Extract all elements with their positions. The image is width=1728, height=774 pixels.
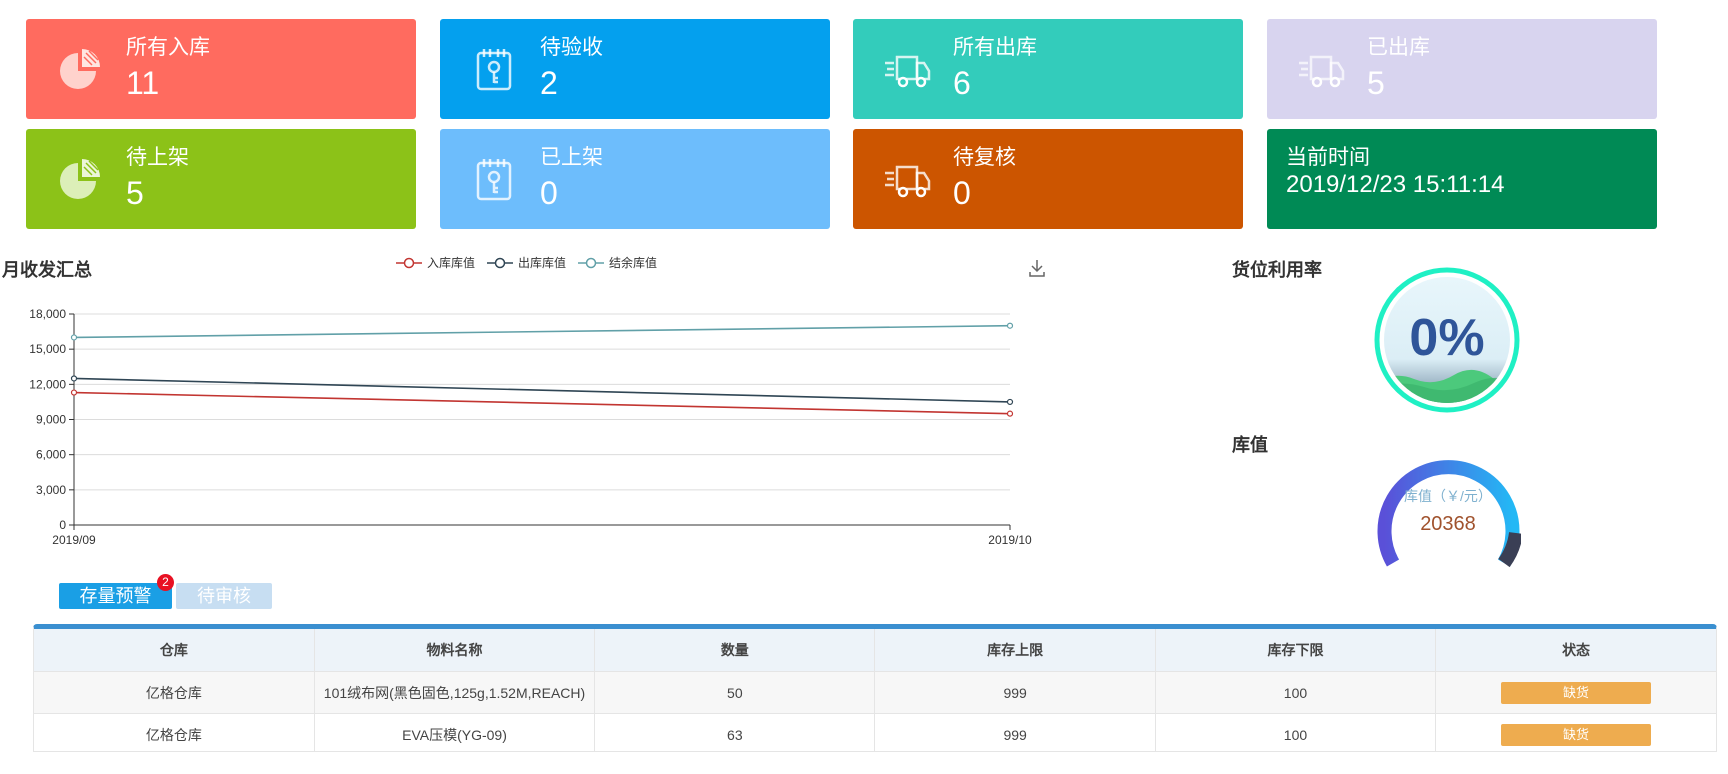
truck-icon [1297,45,1345,93]
card-value: 2 [540,65,558,101]
cell-status: 缺货 [1435,713,1716,751]
truck-icon [883,45,931,93]
data-point [70,334,78,341]
card-value: 5 [126,175,144,211]
card-value: 11 [126,65,160,101]
monthly-summary-chart: 0 3,000 6,000 9,000 12,000 15,000 18,000 2019/0… [29,307,1032,547]
data-point [70,389,78,396]
data-point [70,375,78,382]
card-current-time: 当前时间 2019/12/23 15:11:14 [1267,129,1657,229]
cell-lower-limit: 100 [1155,671,1437,714]
card-value: 6 [953,65,971,101]
location-utilization-gauge: 0% [1374,267,1520,413]
card-value: 0 [953,175,971,211]
tab-pending-approval[interactable]: 待审核 [176,583,272,609]
notification-badge: 2 [157,574,174,591]
card-pending-review[interactable]: 待复核 0 [853,129,1243,229]
cell-lower-limit: 100 [1155,713,1437,751]
cell-material: 101绒布网(黑色固色,125g,1.52M,REACH) [314,671,596,714]
card-title: 所有出库 [953,36,1037,59]
inventory-value-gauge: 库值（￥/元） 20368 [1377,460,1521,568]
cell-upper-limit: 999 [874,713,1156,751]
pie-chart-icon [56,155,104,203]
y-tick-label: 12,000 [29,377,66,391]
cell-warehouse: 亿格仓库 [34,713,315,751]
card-shelved[interactable]: 已上架 0 [440,129,830,229]
column-header-material[interactable]: 物料名称 [314,629,596,672]
card-title: 已出库 [1367,36,1430,59]
column-header-warehouse[interactable]: 仓库 [34,629,315,672]
location-utilization-title: 货位利用率 [1232,260,1322,280]
inventory-value-title: 库值 [1232,435,1268,455]
clipboard-key-icon [470,155,518,203]
inventory-value-label: 库值（￥/元） [1404,488,1492,504]
card-title: 待上架 [126,146,189,169]
y-tick-label: 0 [59,518,66,532]
current-time-value: 2019/12/23 15:11:14 [1286,171,1505,198]
table-header-row: 仓库 物料名称 数量 库存上限 库存下限 状态 [34,629,1716,672]
series-line [73,377,1011,403]
y-tick-label: 9,000 [36,413,66,427]
card-value: 0 [540,175,558,211]
x-tick-label: 2019/09 [52,533,96,547]
clipboard-key-icon [470,45,518,93]
card-title: 当前时间 [1286,146,1370,169]
pie-chart-icon [56,45,104,93]
y-tick-label: 18,000 [29,307,66,321]
cell-warehouse: 亿格仓库 [34,671,315,714]
data-point [1006,410,1014,417]
data-point [1006,322,1014,329]
series-line [73,324,1011,339]
series-line [73,391,1011,415]
column-header-quantity[interactable]: 数量 [594,629,876,672]
table-row[interactable]: 亿格仓库 EVA压模(YG-09) 63 999 100 缺货 [34,713,1716,751]
card-title: 待验收 [540,36,603,59]
card-pending-inspection[interactable]: 待验收 2 [440,19,830,119]
x-tick-label: 2019/10 [988,533,1032,547]
y-tick-label: 15,000 [29,342,66,356]
cell-status: 缺货 [1435,671,1716,714]
column-header-status[interactable]: 状态 [1435,629,1716,672]
card-pending-shelving[interactable]: 待上架 5 [26,129,416,229]
truck-icon [883,155,931,203]
column-header-upper-limit[interactable]: 库存上限 [874,629,1156,672]
card-title: 所有入库 [126,36,210,59]
table-row[interactable]: 亿格仓库 101绒布网(黑色固色,125g,1.52M,REACH) 50 99… [34,671,1716,714]
y-tick-label: 3,000 [36,483,66,497]
card-title: 已上架 [540,146,603,169]
inventory-value-number: 20368 [1420,513,1476,535]
card-title: 待复核 [953,146,1016,169]
cell-quantity: 50 [594,671,876,714]
cell-quantity: 63 [594,713,876,751]
tab-stock-warning[interactable]: 存量预警 [59,583,172,609]
cell-material: EVA压模(YG-09) [314,713,596,751]
y-tick-label: 6,000 [36,448,66,462]
cell-upper-limit: 999 [874,671,1156,714]
card-all-outbound[interactable]: 所有出库 6 [853,19,1243,119]
utilization-value: 0% [1409,309,1484,367]
stock-warning-table: 仓库 物料名称 数量 库存上限 库存下限 状态 亿格仓库 101绒布网(黑色固色… [33,624,1717,752]
status-badge: 缺货 [1501,723,1652,746]
status-badge: 缺货 [1501,681,1652,704]
column-header-lower-limit[interactable]: 库存下限 [1155,629,1437,672]
card-value: 5 [1367,65,1385,101]
card-all-inbound[interactable]: 所有入库 11 [26,19,416,119]
card-shipped[interactable]: 已出库 5 [1267,19,1657,119]
data-point [1006,398,1014,406]
